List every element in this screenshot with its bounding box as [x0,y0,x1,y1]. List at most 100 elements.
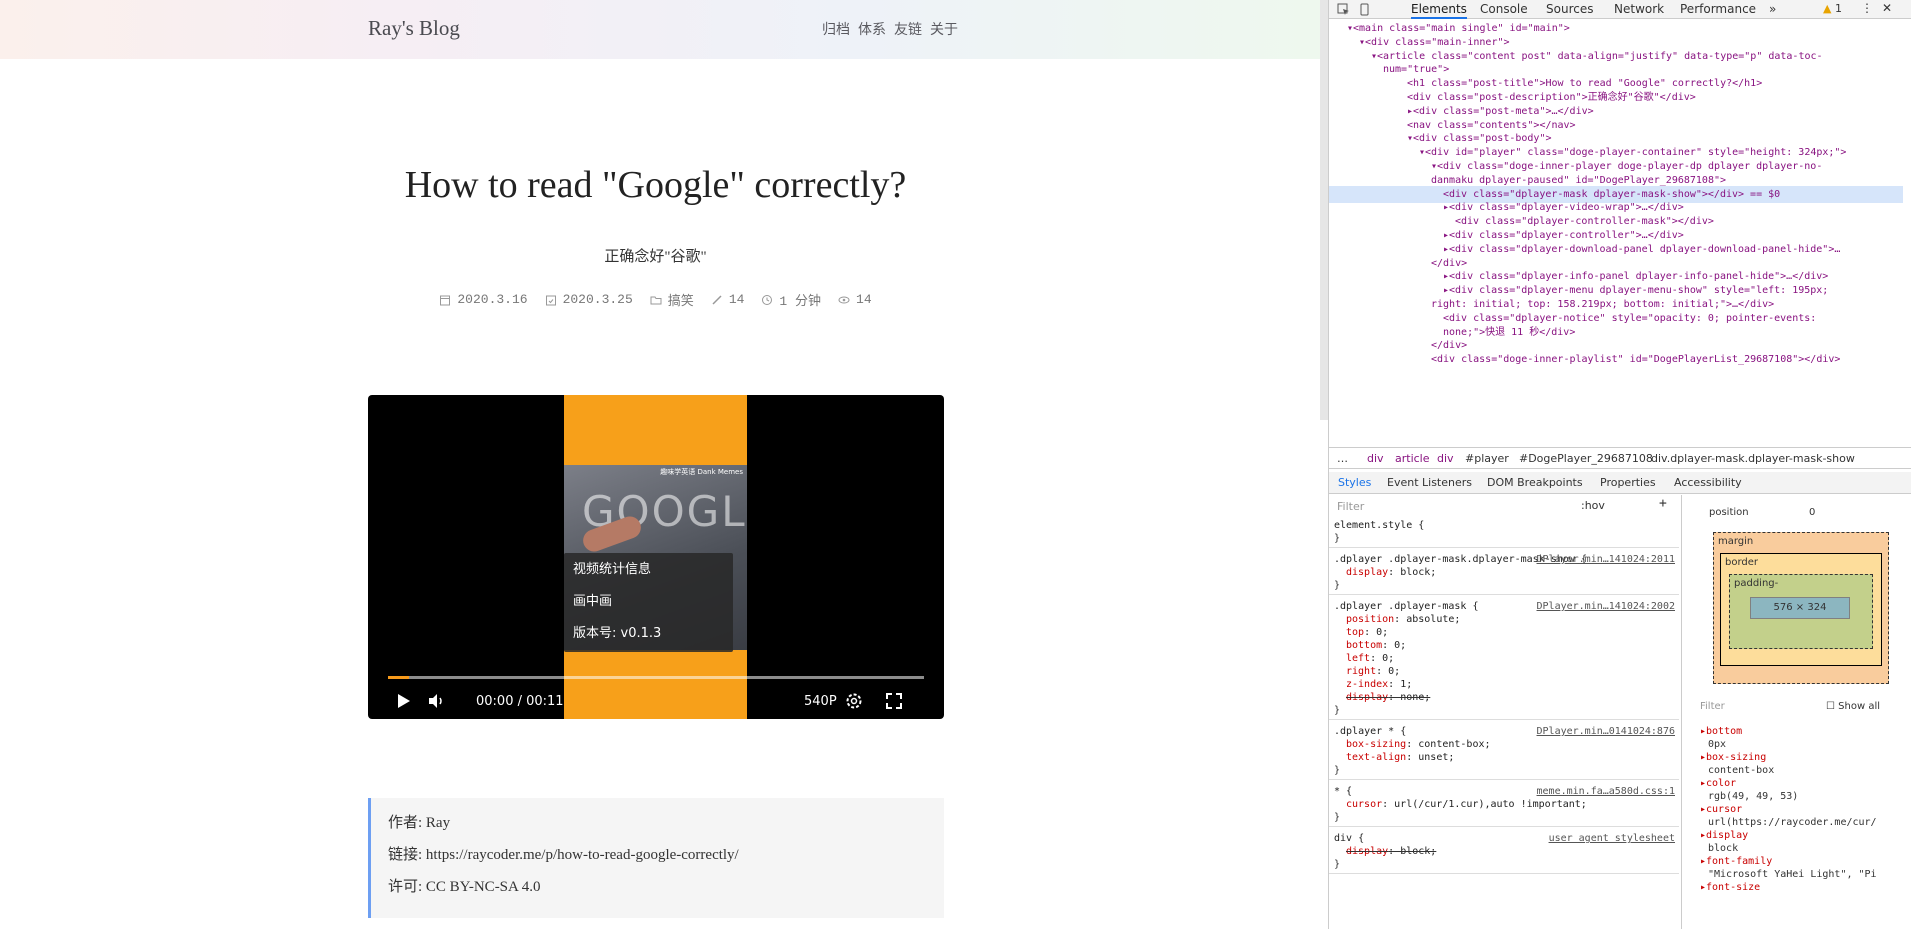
computed-property[interactable]: ▸font-family "Microsoft YaHei Light", "Pi [1700,855,1877,881]
nav-links[interactable]: 友链 [894,19,922,39]
meta-updated: 2020.3.25 [545,290,633,309]
menu-picture-in-picture[interactable]: 画中画 [564,587,733,617]
meta-category[interactable]: 搞笑 [650,290,694,309]
style-property[interactable]: right: 0; [1334,665,1674,678]
style-rule[interactable]: .dplayer .dplayer-mask.dplayer-mask-show… [1329,551,1679,595]
styles-pane: Filter :hov + element.style {} .dplayer .… [1329,495,1682,929]
menu-version[interactable]: 版本号: v0.1.3 [564,619,733,649]
style-rule[interactable]: .dplayer .dplayer-mask {DPlayer.min…1410… [1329,598,1679,720]
computed-property[interactable]: ▸box-sizing content-box [1700,751,1774,777]
computed-property[interactable]: ▸bottom 0px [1700,725,1742,751]
crumb-player[interactable]: #player [1465,449,1509,469]
crumb-article[interactable]: article [1395,449,1430,469]
nav-system[interactable]: 体系 [858,19,886,39]
progress-bar[interactable] [388,676,924,679]
tab-more[interactable]: » [1769,2,1776,16]
style-property[interactable]: z-index: 1; [1334,678,1674,691]
hov-button[interactable]: :hov [1581,499,1605,512]
player-controls: 00:00 / 00:11 540P [368,685,944,719]
rule-source-link[interactable]: DPlayer.min…141024:2011 [1537,553,1675,566]
post-title: How to read "Google" correctly? [404,164,907,206]
device-toggle-icon[interactable] [1358,3,1371,16]
computed-property[interactable]: ▸cursor url(https://raycoder.me/cur/ [1700,803,1877,829]
show-all-checkbox[interactable]: ☐ Show all [1826,700,1880,713]
progress-played [388,676,410,679]
crumb-mask[interactable]: div.dplayer-mask.dplayer-mask-show [1651,449,1855,469]
crumb-div[interactable]: div [1367,449,1384,469]
copyright-link[interactable]: https://raycoder.me/p/how-to-read-google… [426,847,739,863]
site-nav: 归档 体系 友链 关于 [822,19,958,39]
tab-dom-breakpoints[interactable]: DOM Breakpoints [1487,476,1583,489]
computed-filter-input[interactable]: Filter [1700,700,1725,713]
tab-elements[interactable]: Elements [1411,2,1467,19]
style-property[interactable]: position: absolute; [1334,613,1674,626]
calendar-icon [440,295,451,305]
style-property[interactable]: left: 0; [1334,652,1674,665]
blog-page: Ray's Blog 归档 体系 友链 关于 How to read "Goog… [0,0,1320,929]
more-vert-icon[interactable]: ⋮ [1861,1,1873,15]
meta-views: 14 [838,290,872,309]
post-copyright: 作者: Ray 链接: https://raycoder.me/p/how-to… [368,798,944,918]
tab-properties[interactable]: Properties [1600,476,1656,489]
post-meta: 2020.3.16 2020.3.25 搞笑 14 1 分钟 14 [368,290,943,309]
crumb-div-2[interactable]: div [1437,449,1454,469]
style-property[interactable]: display: block; [1334,566,1674,579]
tab-network[interactable]: Network [1614,2,1664,16]
page-scrollbar[interactable] [1320,0,1328,420]
style-rule[interactable]: * {meme.min.fa…a580d.css:1 cursor: url(/c… [1329,783,1679,827]
site-header: Ray's Blog 归档 体系 友链 关于 [0,0,1320,59]
new-rule-icon[interactable]: + [1659,497,1667,510]
computed-property[interactable]: ▸display block [1700,829,1748,855]
tab-event-listeners[interactable]: Event Listeners [1387,476,1472,489]
quality-button[interactable]: 540P [804,694,837,709]
tab-console[interactable]: Console [1480,2,1528,16]
style-property[interactable]: display: none; [1334,691,1674,704]
style-property[interactable]: top: 0; [1334,626,1674,639]
crumb-dogeplayer[interactable]: #DogePlayer_29687108 [1519,449,1653,469]
copyright-link-row: 链接: https://raycoder.me/p/how-to-read-go… [388,847,739,863]
inspect-icon[interactable] [1337,3,1350,16]
box-model: position 0 margin border padding- 576 × … [1701,505,1906,695]
computed-property[interactable]: ▸color rgb(49, 49, 53) [1700,777,1798,803]
tab-accessibility[interactable]: Accessibility [1674,476,1742,489]
play-icon[interactable] [393,691,413,711]
site-logo[interactable]: Ray's Blog [368,16,460,41]
style-rule[interactable]: element.style {} [1329,517,1679,548]
tab-sources[interactable]: Sources [1546,2,1593,16]
rule-source-link[interactable]: DPlayer.min…0141024:876 [1537,725,1675,738]
dom-node[interactable]: <div class="doge-inner-playlist" id="Dog… [1329,351,1903,368]
meta-published: 2020.3.16 [439,290,528,309]
menu-video-stats[interactable]: 视频统计信息 [564,555,733,585]
content-box: 576 × 324 [1750,597,1850,619]
computed-property[interactable]: ▸font-size [1700,881,1760,894]
player-context-menu: 视频统计信息 画中画 版本号: v0.1.3 [564,553,733,652]
style-property[interactable]: box-sizing: content-box; [1334,738,1674,751]
styles-filter-input[interactable]: Filter [1337,500,1364,513]
style-property[interactable]: cursor: url(/cur/1.cur),auto !important; [1334,798,1674,811]
time-display: 00:00 / 00:11 [476,694,564,709]
rule-source-link[interactable]: DPlayer.min…141024:2002 [1537,600,1675,613]
post-description: 正确念好"谷歌" [604,249,707,265]
dom-breadcrumb: … div article div #player #DogePlayer_29… [1329,447,1911,469]
fullscreen-icon[interactable] [884,691,904,711]
crumb-ellipsis[interactable]: … [1337,449,1348,469]
license-link[interactable]: CC BY-NC-SA 4.0 [426,879,541,895]
meta-words: 14 [711,290,744,309]
dom-tree[interactable]: ▾<main class="main single" id="main"> ▾<d… [1329,20,1903,443]
nav-archive[interactable]: 归档 [822,19,850,39]
close-icon[interactable]: ✕ [1882,1,1892,15]
rule-source-link[interactable]: meme.min.fa…a580d.css:1 [1537,785,1675,798]
rule-source-link[interactable]: user agent stylesheet [1549,832,1675,845]
nav-about[interactable]: 关于 [930,19,958,39]
style-property[interactable]: display: block; [1334,845,1674,858]
style-rule[interactable]: div {user agent stylesheet display: block… [1329,830,1679,874]
warning-icon[interactable]: ▲ [1823,2,1831,15]
style-property[interactable]: text-align: unset; [1334,751,1674,764]
style-property[interactable]: bottom: 0; [1334,639,1674,652]
tab-styles[interactable]: Styles [1338,476,1371,489]
copyright-license-row: 许可: CC BY-NC-SA 4.0 [388,879,541,895]
tab-performance[interactable]: Performance [1680,2,1756,16]
volume-icon[interactable] [426,691,446,711]
style-rule[interactable]: .dplayer * {DPlayer.min…0141024:876 box-s… [1329,723,1679,780]
settings-icon[interactable] [844,691,864,711]
